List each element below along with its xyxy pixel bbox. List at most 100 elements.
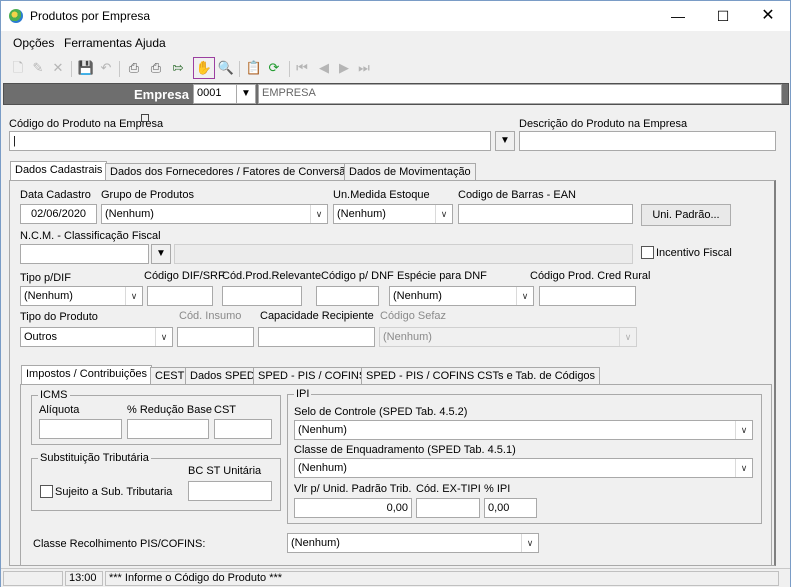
ex-tipi-input[interactable] — [416, 498, 480, 518]
uni-padrao-button[interactable]: Uni. Padrão... — [641, 204, 731, 226]
ncm-input[interactable] — [20, 244, 149, 264]
app-icon — [9, 9, 23, 23]
minimize-button[interactable]: — — [655, 1, 701, 31]
reducao-base-label: % Redução Base — [127, 404, 212, 416]
codigo-produto-input[interactable]: | — [9, 131, 491, 151]
chevron-down-icon: ∨ — [521, 534, 538, 552]
tipo-produto-select[interactable]: Outros ∨ — [20, 327, 173, 347]
delete-icon[interactable]: ✕ — [49, 59, 67, 77]
tab-dados-movimentacao[interactable]: Dados de Movimentação — [344, 163, 476, 181]
undo-icon[interactable]: ↶ — [97, 59, 115, 77]
cod-dif-input[interactable] — [147, 286, 213, 306]
new-doc-icon[interactable]: 🗋 — [9, 59, 27, 77]
menu-ajuda[interactable]: Ajuda — [135, 36, 166, 50]
print-preview-icon[interactable]: ⎙ — [147, 59, 165, 77]
data-cadastro-input[interactable]: 02/06/2020 — [20, 204, 97, 224]
capacidade-label: Capacidade Recipiente — [260, 310, 374, 322]
main-window: Produtos por Empresa — ☐ ✕ Opções Ferram… — [0, 0, 791, 587]
reducao-base-input[interactable] — [127, 419, 209, 439]
menu-bar: Opções Ferramentas Ajuda — [1, 31, 790, 53]
close-button[interactable]: ✕ — [745, 1, 791, 31]
export-icon[interactable]: ⇰ — [169, 59, 187, 77]
tipo-dif-select[interactable]: (Nenhum) ∨ — [20, 286, 143, 306]
status-message: *** Informe o Código do Produto *** — [105, 571, 779, 586]
properties-icon[interactable]: 📋 — [245, 59, 263, 77]
unmedida-label: Un.Medida Estoque — [333, 189, 430, 201]
vlr-unid-input[interactable]: 0,00 — [294, 498, 412, 518]
chevron-down-icon: ∨ — [619, 328, 636, 346]
aliquota-label: Alíquota — [39, 404, 80, 416]
descricao-produto-input[interactable] — [519, 131, 776, 151]
cod-dnf-label: Código p/ DNF — [321, 270, 394, 282]
selo-controle-select[interactable]: (Nenhum) ∨ — [294, 420, 753, 440]
print-icon[interactable]: ⎙ — [125, 59, 143, 77]
cod-dnf-input[interactable] — [316, 286, 379, 306]
cst-label: CST — [214, 404, 236, 416]
bc-st-input[interactable] — [188, 481, 272, 501]
tab-dados-cadastrais[interactable]: Dados Cadastrais — [10, 161, 108, 181]
cod-insumo-label: Cód. Insumo — [179, 310, 242, 322]
refresh-icon[interactable]: ⟳ — [265, 59, 283, 77]
menu-opcoes[interactable]: Opções — [13, 36, 54, 50]
cod-insumo-input[interactable] — [177, 327, 254, 347]
maximize-button[interactable]: ☐ — [700, 1, 746, 31]
tab-sped-pis-cofins-csts[interactable]: SPED - PIS / COFINS CSTs e Tab. de Códig… — [361, 367, 601, 385]
vlr-unid-label: Vlr p/ Unid. Padrão Trib. — [294, 483, 412, 495]
icms-title: ICMS — [38, 389, 70, 401]
aliquota-input[interactable] — [39, 419, 122, 439]
pct-ipi-label: % IPI — [484, 483, 511, 495]
tab-dados-sped[interactable]: Dados SPED — [185, 367, 260, 385]
last-record-icon[interactable]: ⏭ — [355, 59, 373, 77]
search-icon[interactable]: 🔍 — [217, 59, 235, 77]
toolbar: 🗋 ✎ ✕ 💾 ↶ ⎙ ⎙ ⇰ ✋ 🔍 📋 ⟳ ⏮ ◀ ▶ ⏭ — [1, 56, 790, 82]
status-bar: 13:00 *** Informe o Código do Produto **… — [1, 568, 790, 587]
sujeito-st-label: Sujeito a Sub. Tributaria — [55, 486, 173, 498]
chevron-down-icon: ∨ — [735, 459, 752, 477]
data-cadastro-label: Data Cadastro — [20, 189, 91, 201]
chevron-down-icon: ∨ — [125, 287, 142, 305]
codigo-produto-dropdown[interactable]: ▼ — [495, 131, 515, 151]
cod-sefaz-select: (Nenhum) ∨ — [379, 327, 637, 347]
ipi-title: IPI — [294, 388, 312, 400]
edit-icon[interactable]: ✎ — [29, 59, 47, 77]
codigo-produto-label: Código do Produto na Empresa — [9, 118, 164, 130]
status-time: 13:00 — [65, 571, 103, 586]
cod-relevante-input[interactable] — [222, 286, 302, 306]
save-icon[interactable]: 💾 — [77, 59, 95, 77]
classe-pis-cofins-select[interactable]: (Nenhum) ∨ — [287, 533, 539, 553]
unmedida-select[interactable]: (Nenhum) ∨ — [333, 204, 453, 224]
cod-cred-rural-input[interactable] — [539, 286, 636, 306]
ean-input[interactable] — [458, 204, 633, 224]
st-title: Substituição Tributária — [38, 452, 151, 464]
hand-pointer-icon[interactable]: ✋ — [193, 57, 215, 79]
next-record-icon[interactable]: ▶ — [335, 59, 353, 77]
ncm-dropdown[interactable]: ▼ — [151, 244, 171, 264]
incentivo-fiscal-label: Incentivo Fiscal — [656, 247, 732, 259]
empresa-dropdown-button[interactable]: ▼ — [236, 84, 256, 104]
tipo-produto-label: Tipo do Produto — [20, 311, 98, 323]
ean-label: Codigo de Barras - EAN — [458, 189, 576, 201]
first-record-icon[interactable]: ⏮ — [293, 59, 311, 77]
ex-tipi-label: Cód. EX-TIPI — [416, 483, 481, 495]
capacidade-input[interactable] — [258, 327, 375, 347]
menu-ferramentas[interactable]: Ferramentas — [64, 36, 132, 50]
empresa-code-input[interactable]: 0001 — [193, 84, 238, 104]
classe-enquadramento-label: Classe de Enquadramento (SPED Tab. 4.5.1… — [294, 444, 516, 456]
cst-input[interactable] — [214, 419, 272, 439]
previous-record-icon[interactable]: ◀ — [315, 59, 333, 77]
especie-dnf-select[interactable]: (Nenhum) ∨ — [389, 286, 534, 306]
grupo-produtos-select[interactable]: (Nenhum) ∨ — [101, 204, 328, 224]
tab-sped-pis-cofins[interactable]: SPED - PIS / COFINS — [253, 367, 372, 385]
empresa-label: Empresa — [134, 87, 189, 102]
tab-dados-fornecedores[interactable]: Dados dos Fornecedores / Fatores de Conv… — [105, 163, 357, 181]
tab-cest[interactable]: CEST — [150, 367, 190, 385]
empresa-name-input[interactable]: EMPRESA — [258, 84, 782, 104]
cod-sefaz-label: Código Sefaz — [380, 310, 447, 322]
classe-enquadramento-select[interactable]: (Nenhum) ∨ — [294, 458, 753, 478]
incentivo-fiscal-checkbox[interactable] — [641, 246, 654, 259]
tab-impostos[interactable]: Impostos / Contribuições — [21, 365, 153, 385]
chevron-down-icon: ∨ — [516, 287, 533, 305]
sujeito-st-checkbox[interactable] — [40, 485, 53, 498]
pct-ipi-input[interactable]: 0,00 — [484, 498, 537, 518]
descricao-produto-label: Descrição do Produto na Empresa — [519, 118, 688, 130]
